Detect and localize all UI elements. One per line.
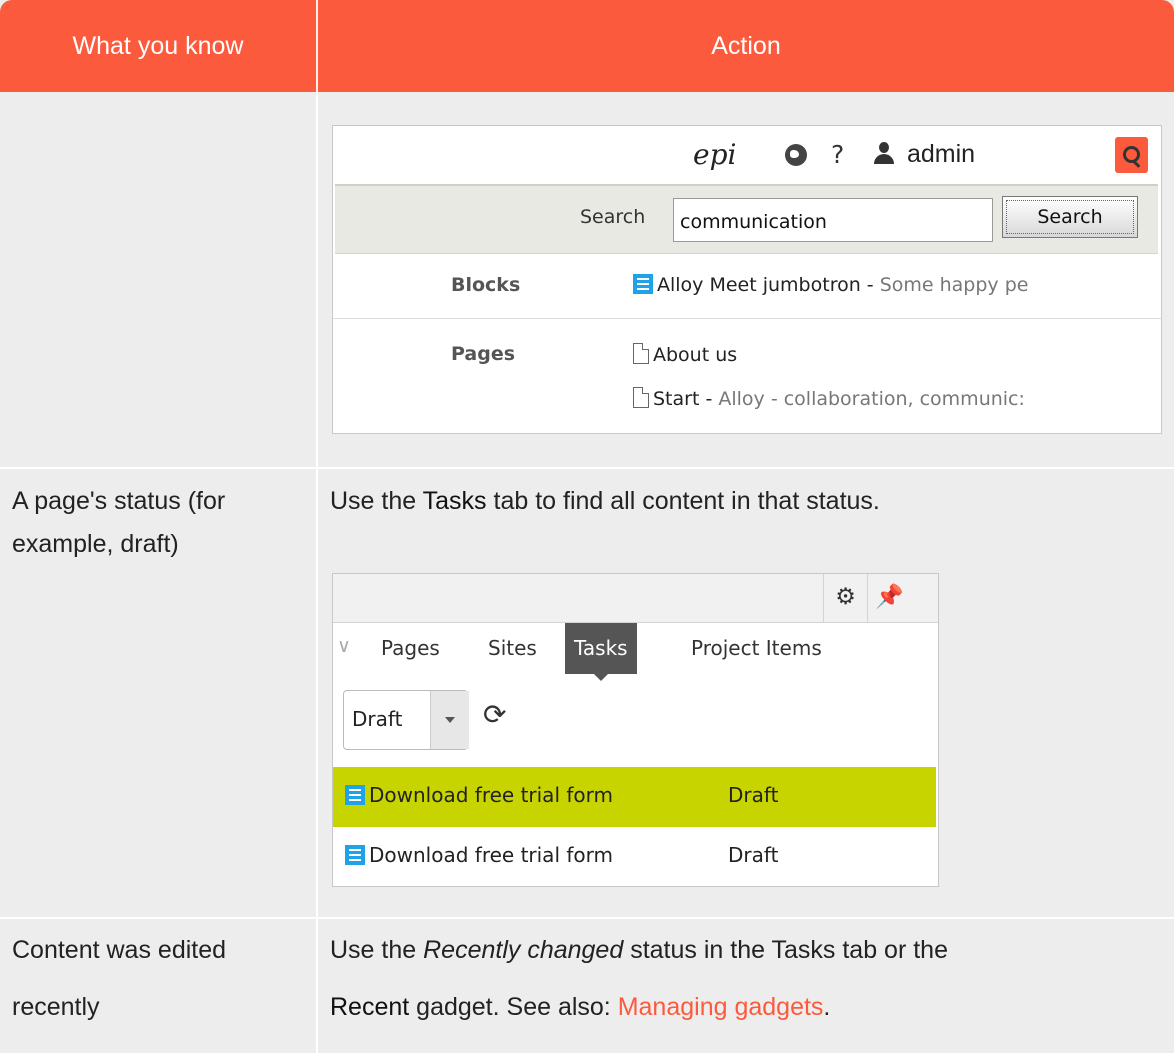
result-item[interactable]: About us <box>633 343 737 366</box>
search-label: Search <box>580 206 646 228</box>
page-icon <box>633 387 649 408</box>
results-group-label: Blocks <box>451 274 521 296</box>
status-filter-value: Draft <box>352 707 403 731</box>
task-status: Draft <box>728 843 779 867</box>
gear-icon[interactable]: ⚙ <box>823 574 867 622</box>
chevron-icon[interactable]: ∨ <box>337 635 351 657</box>
globe-icon[interactable] <box>785 144 807 166</box>
search-bar: Search communication Search <box>335 184 1158 254</box>
tasks-screenshot: ⚙ 📌 ∨ Pages Sites Tasks Project Items Dr… <box>332 573 939 887</box>
row3-what-you-know: Content was edited recently <box>12 936 227 1021</box>
results-group-blocks: Blocks Alloy Meet jumbotron - Some happy… <box>333 254 1161 319</box>
tab-bar: ∨ Pages Sites Tasks Project Items <box>333 623 938 681</box>
refresh-icon[interactable]: ⟳ <box>483 698 506 731</box>
task-status: Draft <box>728 783 779 807</box>
search-screenshot: epi ? admin Search communication Search … <box>332 125 1162 434</box>
page-icon <box>633 343 649 364</box>
results-group-label: Pages <box>451 343 516 365</box>
search-icon <box>1123 146 1140 163</box>
block-icon <box>345 845 365 865</box>
epi-logo[interactable]: epi <box>693 138 736 171</box>
search-button[interactable]: Search <box>1002 196 1138 238</box>
result-item[interactable]: Alloy Meet jumbotron - Some happy pe <box>633 274 1028 296</box>
row2-action: Use the Tasks tab to find all content in… <box>330 487 880 515</box>
column-divider <box>316 92 318 1053</box>
search-toggle-button[interactable] <box>1115 137 1148 173</box>
dropdown-icon[interactable] <box>430 691 469 749</box>
user-icon <box>873 142 895 166</box>
help-icon[interactable]: ? <box>831 140 844 169</box>
search-input[interactable]: communication <box>673 198 993 242</box>
user-name[interactable]: admin <box>907 140 975 169</box>
results-group-pages: Pages About us Start - Alloy - collabora… <box>333 319 1161 431</box>
block-icon <box>633 274 653 294</box>
task-row[interactable]: Download free trial form Draft <box>333 827 936 887</box>
tab-pages[interactable]: Pages <box>381 623 440 674</box>
row3-action: Use the Recently changed status in the T… <box>330 936 948 1021</box>
top-toolbar: epi ? admin <box>333 126 1161 184</box>
row2-what-you-know: A page's status (for example, draft) <box>12 487 226 558</box>
managing-gadgets-link[interactable]: Managing gadgets <box>618 993 824 1021</box>
status-filter-select[interactable]: Draft <box>343 690 469 750</box>
task-row[interactable]: Download free trial form Draft <box>333 767 936 827</box>
block-icon <box>345 785 365 805</box>
header-what-you-know: What you know <box>72 31 244 60</box>
gadget-toolbar: ⚙ 📌 <box>333 574 938 623</box>
tab-tasks[interactable]: Tasks <box>565 623 637 681</box>
row-divider <box>0 917 1174 919</box>
table-header: What you know Action <box>0 0 1174 92</box>
result-item[interactable]: Start - Alloy - collaboration, communic: <box>633 387 1025 410</box>
row-divider <box>0 467 1174 469</box>
pin-icon[interactable]: 📌 <box>867 574 911 622</box>
header-action: Action <box>711 31 781 60</box>
tab-project-items[interactable]: Project Items <box>691 623 822 674</box>
help-table: What you know Action epi ? admin Search … <box>0 0 1174 1053</box>
tab-sites[interactable]: Sites <box>488 623 537 674</box>
